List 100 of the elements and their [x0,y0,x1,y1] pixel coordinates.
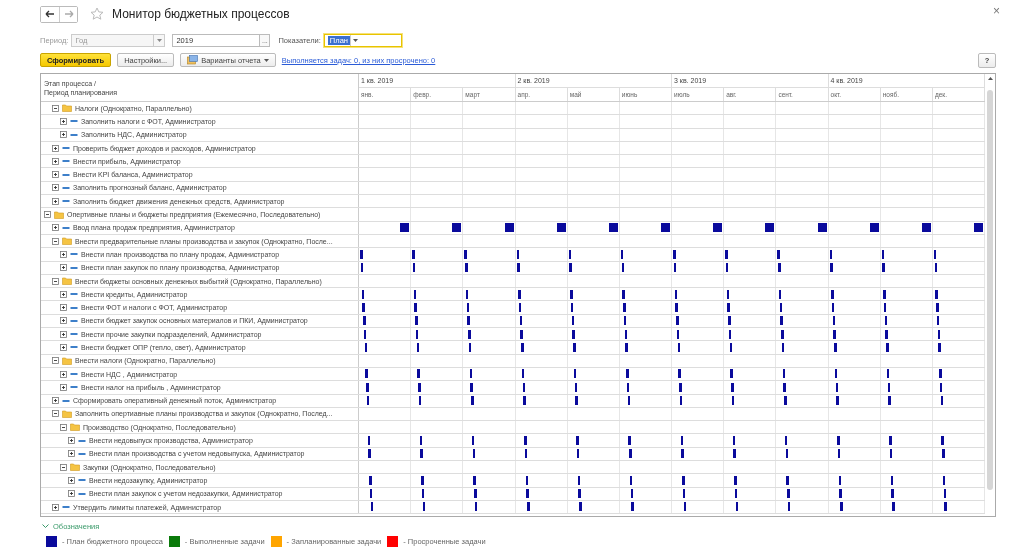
folder-icon [54,210,64,219]
task-marker [782,369,786,379]
star-icon[interactable] [90,7,104,21]
collapse-icon[interactable] [44,211,51,218]
task-marker [363,329,367,339]
task-marker [608,223,618,233]
expand-icon[interactable] [68,490,75,498]
collapse-icon[interactable] [60,423,67,431]
task-marker [578,489,581,499]
expand-icon[interactable] [60,250,67,258]
task-marker [682,475,685,485]
expand-icon[interactable] [60,383,67,391]
collapse-icon[interactable] [52,410,59,418]
expand-icon[interactable] [60,344,67,351]
task-marker [728,316,731,326]
task-marker [366,396,370,406]
task-marker [572,329,575,339]
task-marker [573,369,577,379]
task-marker [504,223,514,233]
expand-icon[interactable] [52,157,59,165]
collapse-icon[interactable] [52,104,59,112]
task-marker [364,342,367,352]
task-marker [681,449,684,459]
task-marker [921,223,931,233]
expand-icon[interactable] [60,330,67,338]
task-marker [735,502,739,512]
task-marker [676,329,680,339]
task-marker [937,329,941,339]
expand-icon[interactable] [52,224,59,232]
task-marker [420,449,423,459]
expand-icon[interactable] [68,476,75,484]
task-marker [473,475,476,485]
task-marker [835,382,839,392]
expand-icon[interactable] [52,197,59,205]
expand-icon[interactable] [60,117,67,125]
task-marker [765,223,775,233]
task-marker [474,489,477,499]
task-marker [886,342,889,352]
task-marker [452,223,462,233]
task-marker [421,489,425,499]
folder-icon [62,277,72,285]
task-marker [413,289,417,299]
chevron-down-icon[interactable] [42,524,49,529]
task-marker [682,489,686,499]
task-marker [889,435,892,445]
expand-icon[interactable] [52,503,59,511]
task-marker [936,302,939,312]
task-marker [526,489,529,499]
task-marker [556,223,566,233]
task-marker [464,249,467,259]
task-marker [400,223,410,233]
task-marker [471,435,475,445]
close-button[interactable]: × [993,4,1000,18]
task-marker [830,263,833,273]
expand-icon[interactable] [52,144,59,152]
collapse-icon[interactable] [52,277,59,285]
task-marker [524,435,527,445]
expand-icon[interactable] [52,184,59,192]
task-marker [683,502,687,512]
expand-icon[interactable] [60,290,67,298]
task-marker [673,249,676,259]
dropdown-icon[interactable] [353,38,359,42]
task-marker [829,249,833,259]
expand-icon[interactable] [52,171,59,179]
task-marker [466,302,470,312]
expand-icon[interactable] [68,450,75,458]
scroll-up-icon[interactable] [987,77,993,80]
expand-icon[interactable] [60,264,67,272]
task-marker [781,342,785,352]
task-marker [521,342,524,352]
task-marker [362,302,365,312]
expand-icon[interactable] [60,131,67,139]
task-marker [784,396,787,406]
task-marker [517,263,520,273]
collapse-icon[interactable] [60,463,67,471]
expand-icon[interactable] [60,370,67,378]
task-marker [525,475,528,485]
task-marker [836,396,839,406]
task-marker [620,249,624,259]
collapse-icon[interactable] [52,357,59,365]
task-marker [527,502,530,512]
task-marker [934,263,938,273]
task-marker [725,249,728,259]
task-icon [62,225,70,230]
task-icon [62,505,70,510]
task-marker [833,329,836,339]
expand-icon[interactable] [60,317,67,325]
task-marker [817,223,827,233]
expand-icon[interactable] [68,437,75,445]
expand-icon[interactable] [60,304,67,312]
expand-icon[interactable] [52,397,59,405]
collapse-icon[interactable] [52,237,59,245]
task-marker [831,289,834,299]
task-marker [734,489,738,499]
task-marker [786,475,789,485]
task-marker [941,435,944,445]
scrollbar-thumb[interactable] [987,90,993,490]
task-marker [885,329,888,339]
task-marker [412,249,415,259]
task-marker [579,502,582,512]
